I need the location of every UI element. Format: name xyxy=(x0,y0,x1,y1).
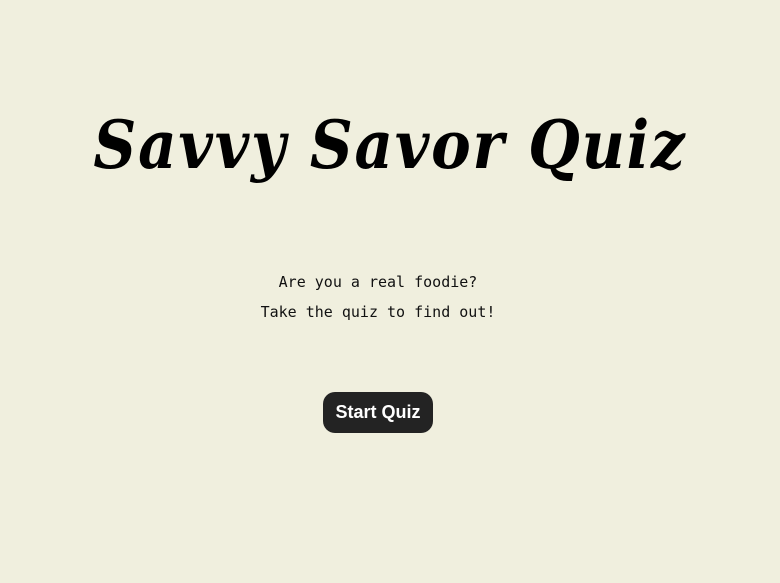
quiz-landing-page: Savvy Savor Quiz Are you a real foodie? … xyxy=(0,0,780,583)
tagline-question: Are you a real foodie? xyxy=(278,273,478,291)
start-quiz-button[interactable]: Start Quiz xyxy=(323,392,433,433)
tagline-call-to-action: Take the quiz to find out! xyxy=(260,303,496,321)
page-title: Savvy Savor Quiz xyxy=(93,106,687,184)
